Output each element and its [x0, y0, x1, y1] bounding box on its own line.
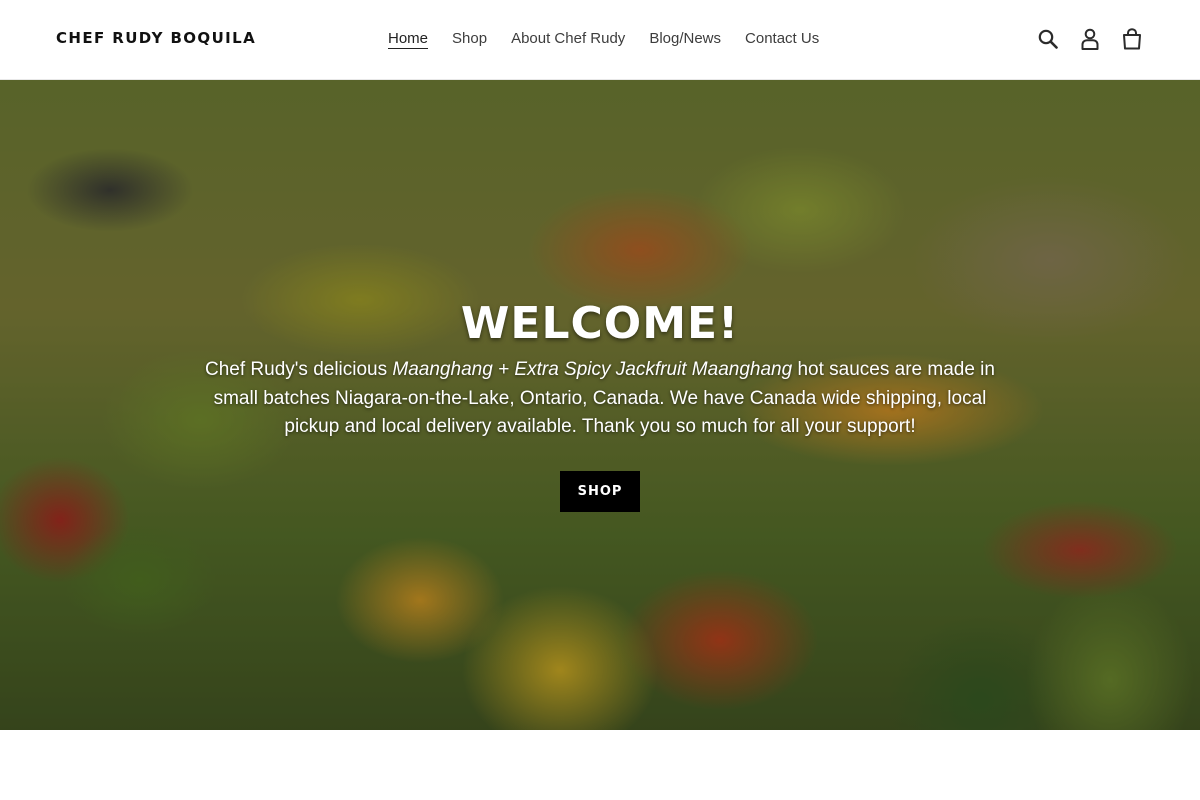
hero-text-products: Maanghang + Extra Spicy Jackfruit Maangh… — [392, 359, 793, 380]
hero-text-start: Chef Rudy's delicious — [205, 359, 393, 380]
hero-description: Chef Rudy's delicious Maanghang + Extra … — [190, 356, 1010, 442]
site-header: CHEF RUDY BOQUILA Home Shop About Chef R… — [0, 0, 1200, 80]
nav-about[interactable]: About Chef Rudy — [499, 28, 637, 50]
main-nav: Home Shop About Chef Rudy Blog/News Cont… — [376, 28, 831, 50]
hero-content: WELCOME! Chef Rudy's delicious Maanghang… — [0, 80, 1200, 730]
hero-title: WELCOME! — [460, 298, 740, 349]
nav-shop[interactable]: Shop — [440, 28, 499, 50]
search-icon[interactable] — [1036, 26, 1060, 52]
shop-button[interactable]: SHOP — [560, 471, 640, 512]
account-icon[interactable] — [1078, 26, 1102, 52]
nav-blog[interactable]: Blog/News — [637, 28, 733, 50]
header-icons — [1036, 26, 1144, 52]
nav-home[interactable]: Home — [376, 28, 440, 50]
hero-banner: WELCOME! Chef Rudy's delicious Maanghang… — [0, 80, 1200, 730]
cart-icon[interactable] — [1120, 26, 1144, 52]
site-logo[interactable]: CHEF RUDY BOQUILA — [56, 29, 256, 47]
nav-contact[interactable]: Contact Us — [733, 28, 831, 50]
content-area — [0, 730, 1200, 800]
